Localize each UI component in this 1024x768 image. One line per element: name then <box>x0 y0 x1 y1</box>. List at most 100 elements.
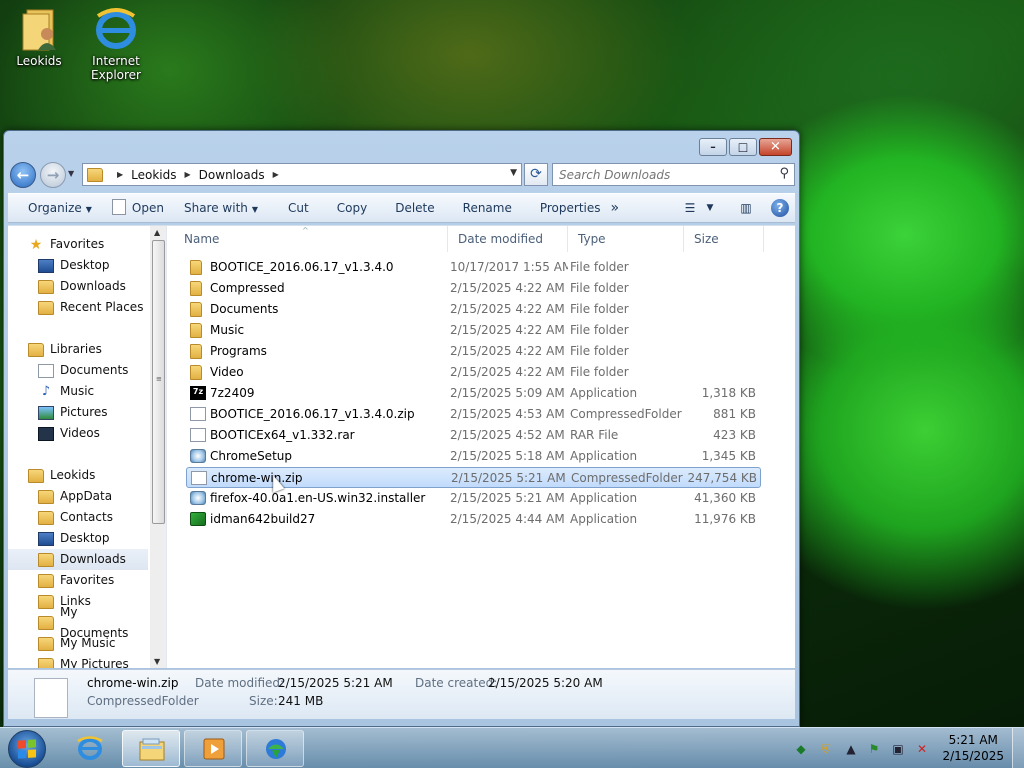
rename-button[interactable]: Rename <box>445 195 522 221</box>
nav-item-appdata[interactable]: AppData <box>8 486 148 507</box>
delete-button[interactable]: Delete <box>377 195 444 221</box>
more-commands-button[interactable]: » <box>611 195 630 221</box>
taskbar-internet-explorer[interactable] <box>61 730 119 767</box>
forward-button[interactable]: → <box>40 162 66 188</box>
explorer-window: – □ ✕ ← → ▼ ▶ Leokids ▶ Downloads ▶ ▼ ⟳ … <box>3 130 800 727</box>
scrollbar-thumb[interactable]: ≡ <box>152 240 165 524</box>
cut-button[interactable]: Cut <box>268 195 319 221</box>
network-icon[interactable]: ▣ <box>890 741 906 757</box>
file-row[interactable]: BOOTICE_2016.06.17_v1.3.4.0 10/17/2017 1:… <box>186 257 761 278</box>
file-row[interactable]: Compressed 2/15/2025 4:22 AM File folder <box>186 278 761 299</box>
nav-item-pictures[interactable]: Pictures <box>8 402 148 423</box>
desktop-icon-leokids[interactable]: Leokids <box>3 6 75 68</box>
taskbar-windows-explorer[interactable] <box>122 730 180 767</box>
file-row[interactable]: BOOTICE_2016.06.17_v1.3.4.0.zip 2/15/2025… <box>186 404 761 425</box>
address-bar[interactable]: ▶ Leokids ▶ Downloads ▶ ▼ <box>82 163 522 186</box>
file-name: BOOTICEx64_v1.332.rar <box>210 428 355 442</box>
nav-item-recent-places[interactable]: Recent Places <box>8 297 148 318</box>
nav-item-desktop[interactable]: Desktop <box>8 255 148 276</box>
file-icon <box>190 428 206 442</box>
recent-pages-chevron-icon[interactable]: ▼ <box>68 169 74 178</box>
change-view-icon[interactable]: ☰ <box>677 196 703 220</box>
copy-button[interactable]: Copy <box>319 195 377 221</box>
column-header-date[interactable]: Date modified <box>448 226 568 252</box>
file-row[interactable]: BOOTICEx64_v1.332.rar 2/15/2025 4:52 AM RA… <box>186 425 761 446</box>
column-header-name[interactable]: Name ^ <box>174 226 448 252</box>
file-row[interactable]: idman642build27 2/15/2025 4:44 AM Applicat… <box>186 509 761 530</box>
column-header-size[interactable]: Size <box>684 226 764 252</box>
nav-item-videos[interactable]: Videos <box>8 423 148 444</box>
view-dropdown-icon[interactable]: ▼ <box>703 196 717 220</box>
nav-item-my-pictures[interactable]: My Pictures <box>8 654 148 668</box>
scroll-down-icon[interactable]: ▼ <box>154 657 160 666</box>
help-icon[interactable]: ? <box>771 199 789 217</box>
navigation-pane-scrollbar[interactable]: ▲ ≡ ▼ <box>150 226 166 668</box>
file-row[interactable]: Programs 2/15/2025 4:22 AM File folder <box>186 341 761 362</box>
breadcrumb-separator-icon[interactable]: ▶ <box>117 170 123 179</box>
desktop-icon-internet-explorer[interactable]: Internet Explorer <box>80 6 152 82</box>
nav-item-favorites[interactable]: ★ Favorites <box>8 234 148 255</box>
nav-item-documents[interactable]: Documents <box>8 360 148 381</box>
breadcrumb-separator-icon[interactable]: ▶ <box>273 170 279 179</box>
taskbar-media-player[interactable] <box>184 730 242 767</box>
nav-item-label: Libraries <box>50 342 102 356</box>
nav-item-libraries[interactable]: Libraries <box>8 339 148 360</box>
minimize-button[interactable]: – <box>699 138 727 156</box>
volume-muted-icon[interactable]: ✕ <box>914 741 930 757</box>
file-row[interactable]: 7z 7z2409 2/15/2025 5:09 AM Application 1,31… <box>186 383 761 404</box>
nav-item-my-music[interactable]: My Music <box>8 633 148 654</box>
breadcrumb-leokids[interactable]: Leokids <box>131 168 176 182</box>
file-type: File folder <box>570 365 629 379</box>
file-type: Application <box>570 449 638 463</box>
idm-tray-icon[interactable]: ▲ <box>843 741 859 757</box>
nav-item-label: Downloads <box>60 552 126 566</box>
breadcrumb-separator-icon[interactable]: ▶ <box>185 170 191 179</box>
scroll-up-icon[interactable]: ▲ <box>154 228 160 237</box>
file-row[interactable]: Music 2/15/2025 4:22 AM File folder <box>186 320 761 341</box>
network-activity-icon[interactable]: ◆ <box>793 741 809 757</box>
desktop-icon-label: Leokids <box>16 54 62 68</box>
file-name: BOOTICE_2016.06.17_v1.3.4.0 <box>210 260 394 274</box>
file-row[interactable]: Video 2/15/2025 4:22 AM File folder <box>186 362 761 383</box>
taskbar-idm[interactable] <box>246 730 304 767</box>
libraries-icon <box>28 342 44 357</box>
nav-item-favorites[interactable]: Favorites <box>8 570 148 591</box>
maximize-button[interactable]: □ <box>729 138 757 156</box>
nav-item-label: Desktop <box>60 258 110 272</box>
file-list: Name ^ Date modified Type Size BOOTICE_20… <box>174 226 795 668</box>
action-center-icon[interactable]: ⚑ <box>866 741 882 757</box>
nav-item-music[interactable]: ♪ Music <box>8 381 148 402</box>
address-dropdown-icon[interactable]: ▼ <box>510 168 517 178</box>
open-button[interactable]: Open <box>102 195 174 221</box>
nav-item-downloads[interactable]: Downloads <box>8 549 148 570</box>
search-icon[interactable]: ⚲ <box>779 166 789 181</box>
details-date-modified-label: Date modified: <box>195 676 285 690</box>
nav-item-contacts[interactable]: Contacts <box>8 507 148 528</box>
open-label: Open <box>131 201 164 215</box>
breadcrumb-downloads[interactable]: Downloads <box>199 168 265 182</box>
organize-button[interactable]: Organize ▼ <box>8 195 102 221</box>
close-button[interactable]: ✕ <box>759 138 792 156</box>
start-button[interactable] <box>8 730 46 768</box>
clock[interactable]: 5:21 AM 2/15/2025 <box>942 732 1004 764</box>
back-button[interactable]: ← <box>10 162 36 188</box>
file-row[interactable]: ChromeSetup 2/15/2025 5:18 AM Application 1… <box>186 446 761 467</box>
downloads-folder-icon <box>87 167 103 182</box>
nav-item-my-documents[interactable]: My Documents <box>8 605 148 640</box>
nav-item-downloads[interactable]: Downloads <box>8 276 148 297</box>
security-shield-icon[interactable]: ⛨ <box>818 741 834 757</box>
nav-item-leokids[interactable]: Leokids <box>8 465 148 486</box>
file-row[interactable]: Documents 2/15/2025 4:22 AM File folder <box>186 299 761 320</box>
preview-pane-icon[interactable]: ▥ <box>733 196 759 220</box>
explorer-panes: ★ Favorites Desktop Downloads Recent Places L… <box>8 225 795 668</box>
nav-item-desktop[interactable]: Desktop <box>8 528 148 549</box>
file-size: 41,360 KB <box>694 491 756 505</box>
properties-button[interactable]: Properties <box>522 195 611 221</box>
show-desktop-button[interactable] <box>1012 728 1024 768</box>
search-input[interactable] <box>553 164 763 185</box>
navigation-pane: ★ Favorites Desktop Downloads Recent Places L… <box>8 226 167 668</box>
details-date-created: 2/15/2025 5:20 AM <box>488 676 603 690</box>
column-header-type[interactable]: Type <box>568 226 684 252</box>
refresh-button[interactable]: ⟳ <box>524 163 548 186</box>
share-with-button[interactable]: Share with ▼ <box>174 195 268 221</box>
